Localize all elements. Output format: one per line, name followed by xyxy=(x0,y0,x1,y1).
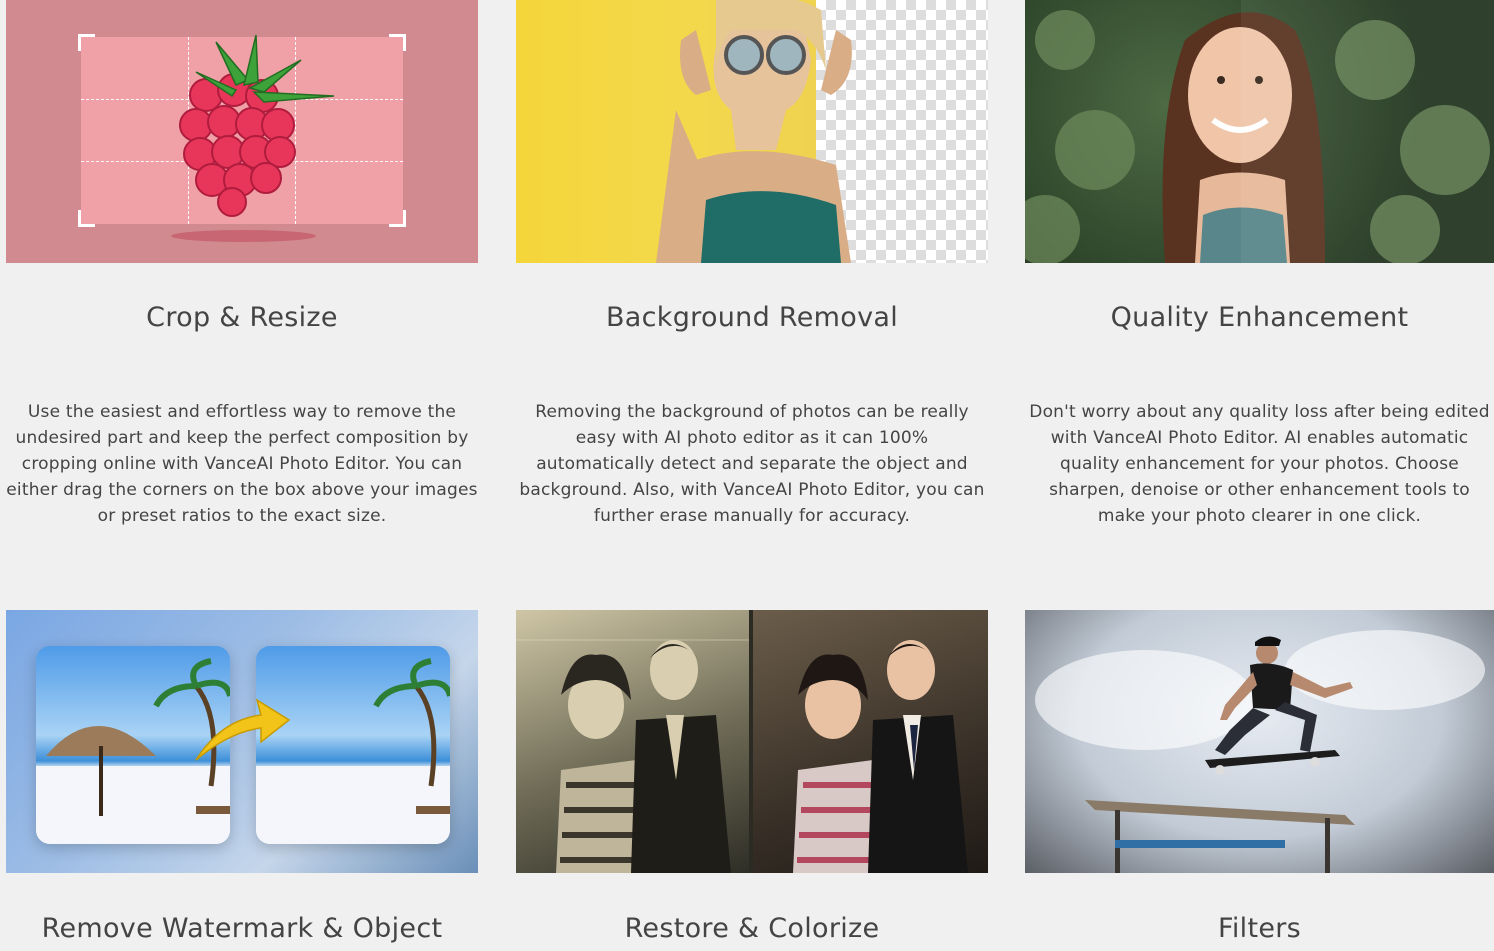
feature-title: Restore & Colorize xyxy=(624,913,880,944)
feature-title: Filters xyxy=(1217,913,1302,944)
feature-card-remove-watermark: Remove Watermark & Object xyxy=(6,610,478,951)
feature-card-background-removal: Background Removal Removing the backgrou… xyxy=(516,0,988,540)
feature-title: Remove Watermark & Object xyxy=(41,913,443,944)
arrow-icon xyxy=(195,698,291,761)
restore-colorize-image xyxy=(516,610,988,873)
smiling-woman-photo xyxy=(1025,0,1494,263)
crop-handle-top-left[interactable] xyxy=(78,34,95,51)
feature-description: Use the easiest and effortless way to re… xyxy=(6,402,478,526)
filters-image xyxy=(1025,610,1494,873)
remove-watermark-image xyxy=(6,610,478,873)
feature-title: Quality Enhancement xyxy=(1110,302,1409,333)
feature-card-filters: Filters xyxy=(1025,610,1494,951)
after-photo xyxy=(753,610,988,873)
feature-card-crop-resize: Crop & Resize Use the easiest and effort… xyxy=(6,0,478,540)
feature-grid: Crop & Resize Use the easiest and effort… xyxy=(0,0,1494,951)
feature-title: Background Removal xyxy=(605,302,899,333)
before-photo xyxy=(516,610,749,873)
feature-card-quality-enhancement: Quality Enhancement Don't worry about an… xyxy=(1025,0,1494,540)
crop-resize-image xyxy=(6,0,478,263)
background-removal-image xyxy=(516,0,988,263)
feature-card-restore-colorize: Restore & Colorize xyxy=(516,610,988,951)
crop-handle-bottom-right[interactable] xyxy=(389,210,406,227)
crop-handle-top-right[interactable] xyxy=(389,34,406,51)
quality-enhancement-image xyxy=(1025,0,1494,263)
raspberry-icon xyxy=(179,34,335,217)
feature-description: Don't worry about any quality loss after… xyxy=(1029,402,1490,526)
feature-title: Crop & Resize xyxy=(146,302,338,333)
woman-sunglasses-photo xyxy=(656,0,852,263)
feature-description: Removing the background of photos can be… xyxy=(519,402,985,526)
skateboarder-photo xyxy=(1035,630,1485,873)
crop-handle-bottom-left[interactable] xyxy=(78,210,95,227)
